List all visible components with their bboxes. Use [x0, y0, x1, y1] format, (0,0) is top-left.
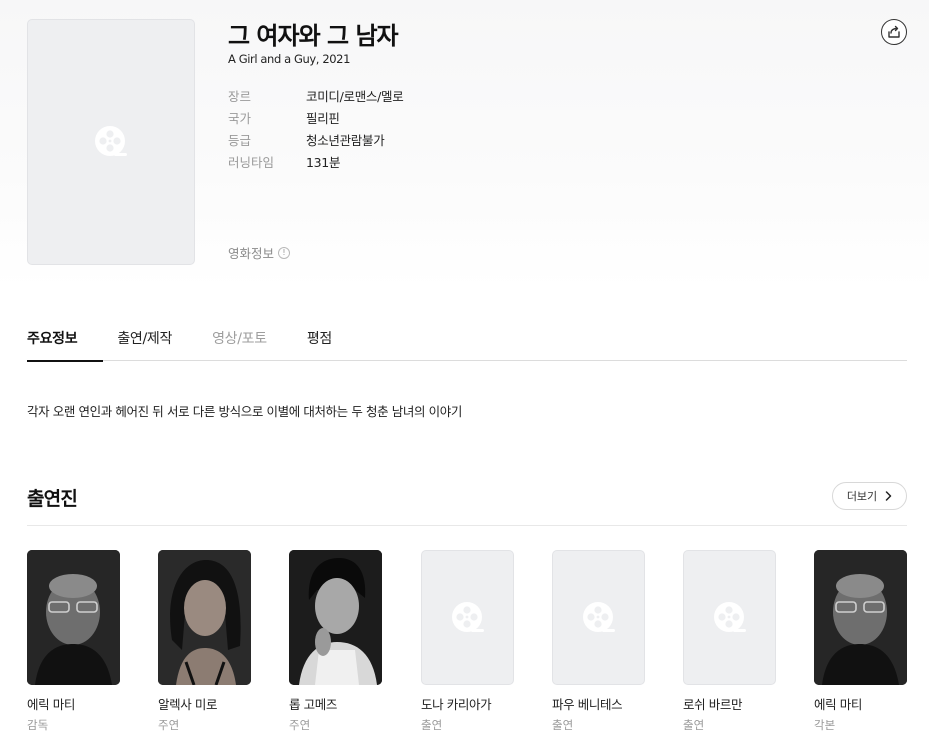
movie-info-label: 영화정보 — [228, 246, 275, 261]
cast-card[interactable]: 도나 카리아가 출연 — [421, 550, 514, 733]
cast-card[interactable]: 롭 고메즈 주연 — [289, 550, 382, 733]
cast-photo — [289, 550, 382, 685]
film-reel-icon — [95, 126, 127, 156]
cast-photo — [814, 550, 907, 685]
movie-title: 그 여자와 그 남자 — [228, 22, 399, 50]
person-photo-icon — [289, 550, 382, 685]
meta-row-genre: 장르 코미디/로맨스/멜로 — [228, 84, 404, 106]
tab-video-photo[interactable]: 영상/포토 — [212, 322, 267, 361]
cast-name: 에릭 마티 — [814, 697, 862, 712]
film-reel-icon — [582, 601, 615, 632]
meta-value: 필리핀 — [306, 110, 340, 126]
meta-label: 러닝타임 — [228, 154, 275, 170]
share-button[interactable] — [881, 19, 907, 45]
cast-role: 주연 — [289, 718, 311, 732]
meta-value: 131분 — [306, 154, 341, 170]
person-photo-icon — [27, 550, 120, 685]
cast-role: 출연 — [683, 718, 705, 732]
cast-role: 출연 — [552, 718, 574, 732]
meta-label: 국가 — [228, 110, 252, 126]
person-photo-icon — [158, 550, 251, 685]
cast-photo-placeholder — [421, 550, 514, 685]
cast-list: 에릭 마티 감독 알렉사 미로 주연 롭 고메즈 주연 도나 카리아가 출연 파… — [27, 550, 907, 740]
cast-card[interactable]: 에릭 마티 각본 — [814, 550, 907, 733]
cast-name: 에릭 마티 — [27, 697, 75, 712]
meta-label: 등급 — [228, 132, 252, 148]
cast-photo-placeholder — [683, 550, 776, 685]
person-photo-icon — [814, 550, 907, 685]
meta-value: 코미디/로맨스/멜로 — [306, 88, 404, 104]
chevron-right-icon — [885, 491, 892, 501]
cast-role: 출연 — [421, 718, 443, 732]
meta-label: 장르 — [228, 88, 252, 104]
tab-cast-crew[interactable]: 출연/제작 — [117, 322, 172, 361]
more-button[interactable]: 더보기 — [832, 482, 907, 510]
synopsis: 각자 오랜 연인과 헤어진 뒤 서로 다른 방식으로 이별에 대처하는 두 청춘… — [27, 404, 462, 419]
movie-poster-placeholder — [27, 19, 195, 265]
more-button-label: 더보기 — [846, 490, 878, 503]
cast-photo — [158, 550, 251, 685]
meta-row-rating: 등급 청소년관람불가 — [228, 128, 403, 150]
cast-card[interactable]: 로쉬 바르만 출연 — [683, 550, 776, 733]
cast-name: 롭 고메즈 — [289, 697, 337, 712]
cast-card[interactable]: 파우 베니테스 출연 — [552, 550, 645, 733]
meta-row-runtime: 러닝타임 131분 — [228, 150, 403, 172]
cast-name: 로쉬 바르만 — [683, 697, 743, 712]
cast-role: 주연 — [158, 718, 180, 732]
cast-name: 알렉사 미로 — [158, 697, 218, 712]
cast-name: 도나 카리아가 — [421, 697, 492, 712]
cast-role: 감독 — [27, 718, 49, 732]
meta-value: 청소년관람불가 — [306, 132, 385, 148]
movie-meta: 장르 코미디/로맨스/멜로 국가 필리핀 등급 청소년관람불가 러닝타임 131… — [228, 84, 404, 172]
section-divider — [27, 525, 907, 526]
film-reel-icon — [451, 601, 484, 632]
cast-role: 각본 — [814, 718, 836, 732]
cast-section-title: 출연진 — [27, 488, 78, 510]
cast-name: 파우 베니테스 — [552, 697, 623, 712]
cast-photo-placeholder — [552, 550, 645, 685]
cast-photo — [27, 550, 120, 685]
content-tabs: 주요정보 출연/제작 영상/포토 평점 — [27, 322, 907, 362]
cast-card[interactable]: 에릭 마티 감독 — [27, 550, 120, 733]
movie-info-link[interactable]: 영화정보 ! — [228, 243, 291, 262]
tab-main-info[interactable]: 주요정보 — [27, 322, 104, 362]
tab-reviews[interactable]: 평점 — [307, 322, 332, 361]
info-icon[interactable]: ! — [278, 246, 291, 259]
share-icon — [888, 25, 900, 38]
cast-card[interactable]: 알렉사 미로 주연 — [158, 550, 251, 733]
meta-row-country: 국가 필리핀 — [228, 106, 403, 128]
movie-original-title: A Girl and a Guy, 2021 — [228, 52, 350, 66]
film-reel-icon — [713, 601, 746, 632]
